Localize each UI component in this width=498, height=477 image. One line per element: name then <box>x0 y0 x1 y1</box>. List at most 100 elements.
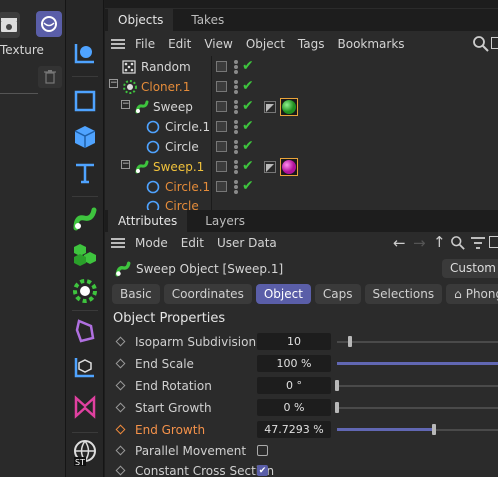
visibility-dots-icon[interactable] <box>233 159 239 175</box>
phong-tag-icon[interactable] <box>264 161 276 173</box>
subtab-basic[interactable]: Basic <box>112 284 160 304</box>
text-icon[interactable] <box>70 158 100 188</box>
keyframe-diamond-icon[interactable] <box>115 402 126 413</box>
keyframe-diamond-icon[interactable] <box>115 380 126 391</box>
visibility-dots-icon[interactable] <box>233 179 239 195</box>
object-name: Sweep <box>153 100 193 114</box>
visibility-dots-icon[interactable] <box>233 139 239 155</box>
enabled-check-icon[interactable]: ✔ <box>242 98 254 114</box>
enabled-check-icon[interactable]: ✔ <box>242 138 254 154</box>
keyframe-diamond-icon[interactable] <box>115 336 126 347</box>
back-arrow-icon[interactable]: ← <box>393 234 406 252</box>
mograph-effector-icon[interactable] <box>70 276 100 306</box>
enabled-check-icon[interactable]: ✔ <box>242 78 254 94</box>
new-window-icon[interactable] <box>489 236 498 248</box>
tab-layers[interactable]: Layers <box>195 210 255 232</box>
green-material-tag-icon[interactable] <box>280 98 298 116</box>
tab-objects[interactable]: Objects <box>108 9 174 31</box>
object-row-circle1[interactable]: Circle.1 ✔ <box>105 117 498 137</box>
object-row-sweep1[interactable]: − Sweep.1 ✔ <box>105 157 498 177</box>
tab-attributes[interactable]: Attributes <box>108 210 188 232</box>
visibility-dots-icon[interactable] <box>233 119 239 135</box>
collapse-toggle-icon[interactable]: − <box>109 79 118 88</box>
end-rotation-slider-knob[interactable] <box>335 380 339 391</box>
mode-dropdown[interactable]: Custom <box>442 259 498 278</box>
field-icon[interactable] <box>70 352 100 382</box>
menu-user-data[interactable]: User Data <box>217 236 277 250</box>
menu-view[interactable]: View <box>204 37 232 51</box>
deformer-icon[interactable] <box>70 316 100 346</box>
layer-icon[interactable] <box>216 161 227 172</box>
sphere-material-icon[interactable] <box>36 11 62 37</box>
menu-tags[interactable]: Tags <box>298 37 325 51</box>
sweep-generator-icon[interactable] <box>70 204 100 234</box>
end-scale-field[interactable]: 100 % <box>257 355 331 372</box>
subtab-selections[interactable]: Selections <box>364 284 443 304</box>
visibility-dots-icon[interactable] <box>233 79 239 95</box>
new-window-icon[interactable] <box>491 37 498 49</box>
menu-bookmarks[interactable]: Bookmarks <box>338 37 405 51</box>
filter-icon[interactable] <box>471 237 485 252</box>
subtab-object[interactable]: Object <box>255 284 311 304</box>
search-icon[interactable] <box>451 236 465 253</box>
end-rotation-field[interactable]: 0 ° <box>257 377 331 394</box>
isoparm-subdivision-field[interactable]: 10 <box>257 333 331 350</box>
parallel-movement-checkbox[interactable] <box>257 445 268 456</box>
up-arrow-icon[interactable]: ↑ <box>433 233 446 251</box>
constant-cross-section-checkbox[interactable]: ✔ <box>257 465 268 476</box>
menu-object[interactable]: Object <box>246 37 285 51</box>
visibility-dots-icon[interactable] <box>233 59 239 75</box>
menu-file[interactable]: File <box>135 37 155 51</box>
magenta-material-tag-icon[interactable] <box>280 158 298 176</box>
environment-globe-icon[interactable]: ST <box>70 438 100 468</box>
keyframe-diamond-icon[interactable] <box>115 465 126 476</box>
rectangle-spline-icon[interactable] <box>70 86 100 116</box>
bend-deformer-icon[interactable] <box>70 392 100 422</box>
layer-icon[interactable] <box>216 101 227 112</box>
subtab-caps[interactable]: Caps <box>314 284 361 304</box>
hamburger-menu-icon[interactable] <box>111 238 125 248</box>
isoparm-slider-knob[interactable] <box>348 336 352 347</box>
start-growth-slider-knob[interactable] <box>335 402 339 413</box>
object-row-circle-child[interactable]: Circle <box>105 197 498 210</box>
subtab-phong[interactable]: ⌂Phong <box>446 284 498 304</box>
object-row-random[interactable]: Random ✔ <box>105 57 498 77</box>
object-row-cloner[interactable]: − Cloner.1 ✔ <box>105 77 498 97</box>
enabled-check-icon[interactable]: ✔ <box>242 118 254 134</box>
object-row-circle1-child[interactable]: Circle.1 ✔ <box>105 177 498 197</box>
null-object-icon[interactable] <box>70 38 100 68</box>
collapse-toggle-icon[interactable]: − <box>121 160 130 169</box>
layer-icon[interactable] <box>216 61 227 72</box>
end-growth-slider-knob[interactable] <box>432 424 436 435</box>
layer-icon[interactable] <box>216 181 227 192</box>
keyframe-diamond-icon[interactable] <box>115 424 126 435</box>
start-growth-field[interactable]: 0 % <box>257 399 331 416</box>
tab-takes[interactable]: Takes <box>181 9 234 31</box>
keyframe-diamond-icon[interactable] <box>115 445 126 456</box>
menu-edit[interactable]: Edit <box>168 37 191 51</box>
sweep-object-icon <box>115 261 131 277</box>
object-row-sweep[interactable]: − Sweep ✔ <box>105 97 498 117</box>
menu-edit[interactable]: Edit <box>181 236 204 250</box>
layer-icon[interactable] <box>216 121 227 132</box>
layer-icon[interactable] <box>216 141 227 152</box>
collapse-toggle-icon[interactable]: − <box>121 100 130 109</box>
search-icon[interactable] <box>473 36 489 55</box>
layer-icon[interactable] <box>216 81 227 92</box>
enabled-check-icon[interactable]: ✔ <box>242 58 254 74</box>
enabled-check-icon[interactable]: ✔ <box>242 178 254 194</box>
keyframe-diamond-icon[interactable] <box>115 358 126 369</box>
clapper-icon[interactable] <box>0 12 20 38</box>
forward-arrow-icon[interactable]: → <box>413 234 426 252</box>
cloner-icon[interactable] <box>70 240 100 270</box>
end-growth-field[interactable]: 47.7293 % <box>257 421 331 438</box>
enabled-check-icon[interactable]: ✔ <box>242 158 254 174</box>
visibility-dots-icon[interactable] <box>233 99 239 115</box>
subtab-coordinates[interactable]: Coordinates <box>163 284 252 304</box>
hamburger-menu-icon[interactable] <box>111 39 125 49</box>
object-row-circle[interactable]: Circle ✔ <box>105 137 498 157</box>
menu-mode[interactable]: Mode <box>135 236 168 250</box>
trash-icon[interactable] <box>38 66 62 88</box>
cube-icon[interactable] <box>70 122 100 152</box>
phong-tag-icon[interactable] <box>264 101 276 113</box>
